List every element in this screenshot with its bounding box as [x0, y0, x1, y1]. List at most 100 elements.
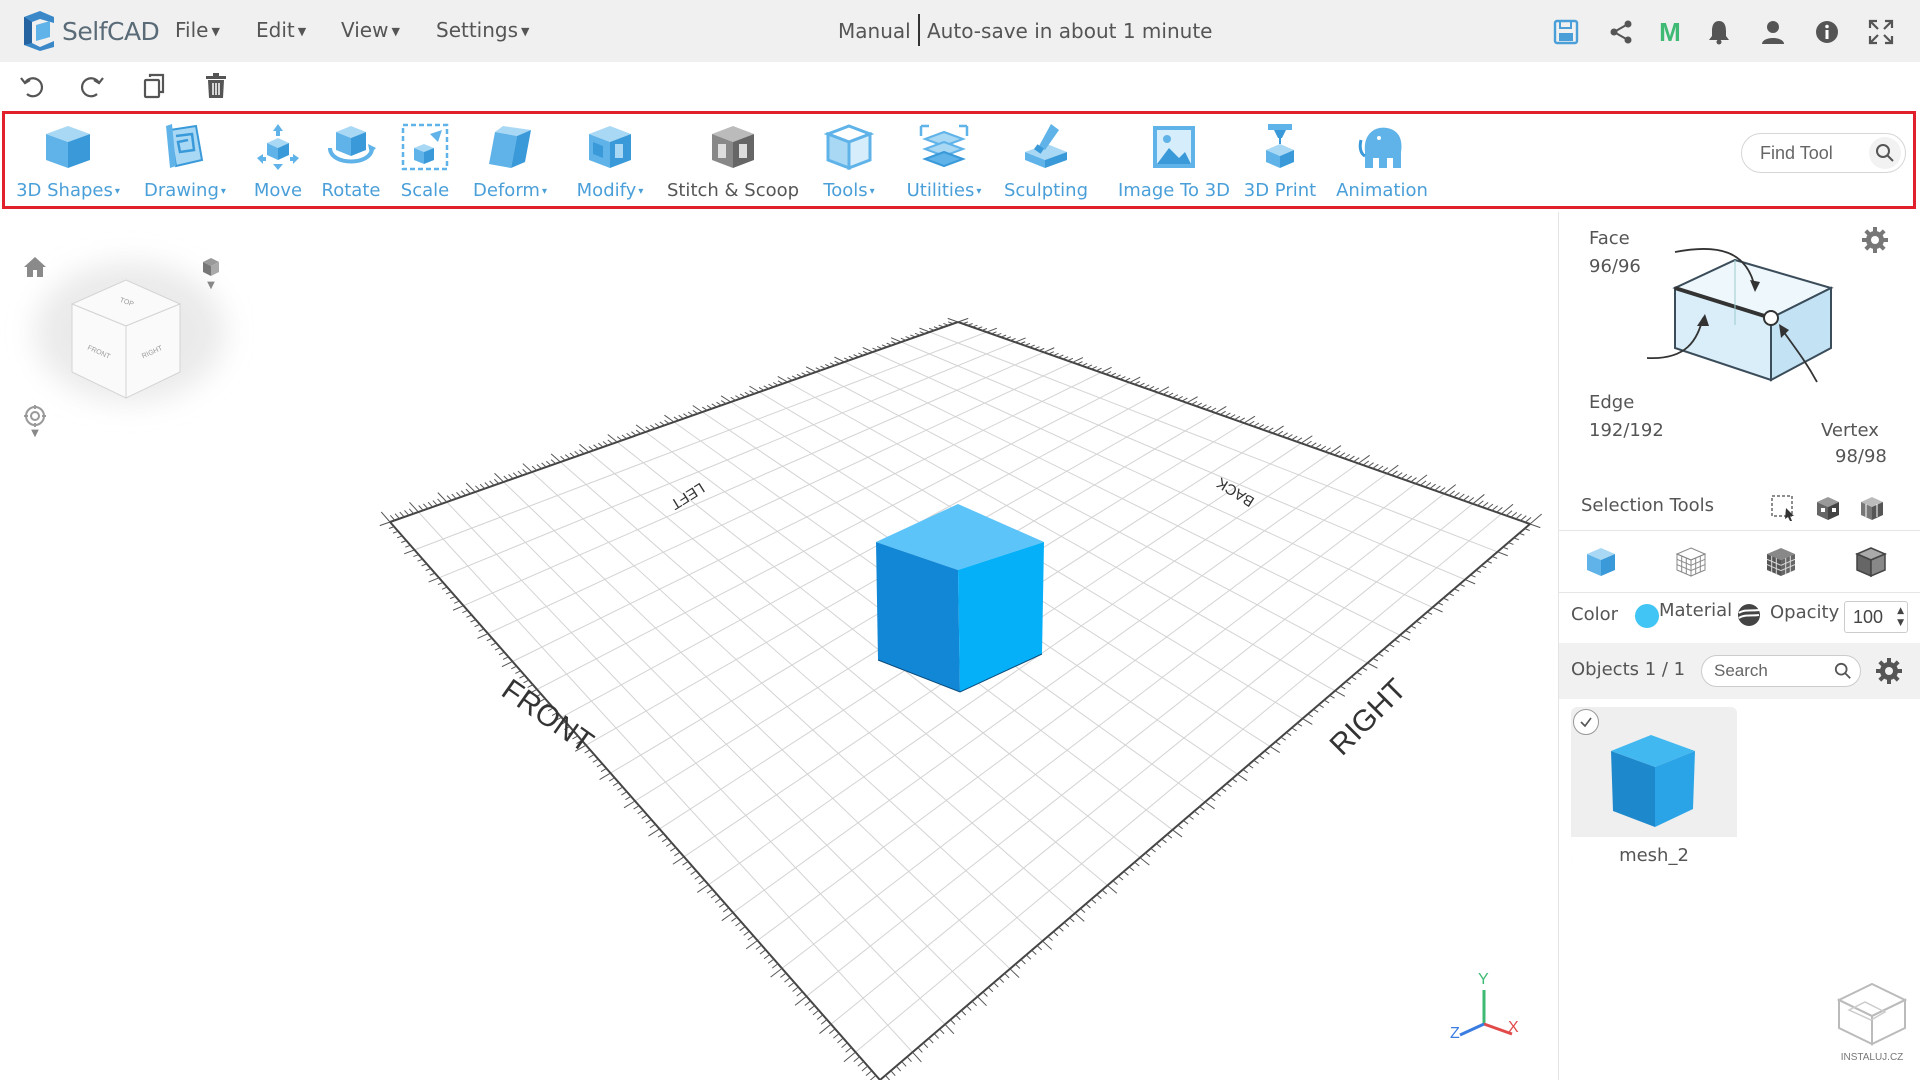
face-label: Face	[1589, 228, 1630, 249]
tool-modify[interactable]: Modify ▾	[570, 114, 650, 206]
share-icon[interactable]	[1607, 18, 1635, 46]
select-faces-icon[interactable]	[1856, 492, 1888, 524]
objects-settings-gear-icon[interactable]	[1873, 655, 1905, 687]
home-view-icon[interactable]	[20, 252, 50, 282]
solid-wireframe-mode-icon[interactable]	[1761, 542, 1801, 582]
save-icon[interactable]	[1552, 18, 1580, 46]
menu-view[interactable]: View ▼	[341, 18, 400, 42]
tool-scale[interactable]: Scale	[395, 114, 455, 206]
opacity-label: Opacity	[1770, 602, 1840, 623]
delete-icon[interactable]	[202, 72, 230, 100]
m-logo-letter: M	[1659, 16, 1681, 47]
tool-drawing-label: Drawing	[144, 180, 219, 201]
stitch-scoop-icon	[708, 122, 758, 172]
axis-z-label: Z	[1450, 1025, 1460, 1042]
mesh-thumbnail	[1611, 735, 1695, 827]
watermark-text: INSTALUJ.CZ	[1840, 1052, 1904, 1063]
tool-stitch-scoop[interactable]: Stitch & Scoop	[666, 114, 800, 206]
save-mode-toggle[interactable]: Manual	[838, 19, 911, 43]
undo-icon[interactable]	[18, 72, 46, 100]
tool-3d-print[interactable]: 3D Print	[1237, 114, 1323, 206]
tool-deform-label: Deform	[473, 180, 540, 201]
select-mesh-icon[interactable]	[1812, 492, 1844, 524]
tool-rotate[interactable]: Rotate	[316, 114, 386, 206]
stepper-arrows-icon[interactable]: ▲ ▼	[1897, 605, 1904, 629]
deform-icon	[485, 122, 535, 172]
scene-canvas[interactable]: LEFT BACK FRONT RIGHT TOP FRONT RIGHT Y	[0, 212, 1558, 1080]
move-icon	[253, 122, 303, 172]
objects-header: Objects 1 / 1	[1559, 643, 1920, 699]
selection-tools-label: Selection Tools	[1581, 495, 1715, 516]
grid-major-lines	[389, 321, 1531, 1080]
perspective-toggle-icon[interactable]: ▼	[196, 250, 226, 296]
tool-sculpting[interactable]: Sculpting	[1002, 114, 1090, 206]
grid-label-front: FRONT	[496, 673, 600, 759]
cube-icon	[42, 122, 94, 172]
tool-deform[interactable]: Deform ▾	[470, 114, 550, 206]
tool-scale-label: Scale	[400, 180, 450, 201]
tool-tools[interactable]: Tools ▾	[813, 114, 885, 206]
info-icon[interactable]	[1813, 18, 1841, 46]
copy-icon[interactable]	[140, 72, 168, 100]
tool-move[interactable]: Move	[243, 114, 313, 206]
grid-minor-lines	[414, 331, 1502, 1053]
menu-bar: SelfCAD File ▼ Edit ▼ View ▼ Settings ▼ Manu…	[0, 0, 1920, 62]
objects-search-input[interactable]	[1714, 661, 1829, 681]
tool-utilities[interactable]: Utilities ▾	[902, 114, 986, 206]
tool-animation[interactable]: Animation	[1331, 114, 1433, 206]
menu-settings[interactable]: Settings ▼	[436, 18, 530, 42]
axis-y-label: Y	[1478, 971, 1489, 988]
m-logo-icon[interactable]: M	[1656, 16, 1684, 47]
tool-image-to-3d[interactable]: Image To 3D	[1105, 114, 1243, 206]
wireframe-mode-icon[interactable]	[1671, 542, 1711, 582]
watermark-icon	[1836, 982, 1908, 1046]
properties-panel: Face 96/96 Edge 192/192 Vertex 98/98 Sel…	[1558, 212, 1920, 1080]
object-card-mesh[interactable]: mesh_2	[1571, 707, 1737, 866]
fullscreen-icon[interactable]	[1867, 18, 1895, 46]
camera-orbit-icon[interactable]: ▼	[20, 398, 50, 444]
modify-icon	[585, 122, 635, 172]
find-tool-input[interactable]	[1760, 142, 1875, 164]
opacity-input[interactable]	[1853, 606, 1893, 628]
menu-settings-label: Settings	[436, 18, 519, 42]
axis-gizmo: Y X Z	[1450, 971, 1519, 1042]
tool-drawing[interactable]: Drawing ▾	[135, 114, 235, 206]
vertex-count: 98/98	[1835, 446, 1887, 467]
tool-animation-label: Animation	[1336, 180, 1428, 201]
user-icon[interactable]	[1759, 18, 1787, 46]
app-name: SelfCAD	[62, 16, 160, 46]
panel-divider	[1559, 530, 1920, 531]
edge-label: Edge	[1589, 392, 1635, 413]
scale-icon	[400, 122, 450, 172]
selfcad-logo[interactable]: SelfCAD	[20, 11, 160, 51]
tool-stitch-scoop-label: Stitch & Scoop	[666, 180, 800, 201]
menu-edit[interactable]: Edit ▼	[256, 18, 306, 42]
tool-3d-shapes[interactable]: 3D Shapes ▾	[13, 114, 123, 206]
mode-separator	[918, 14, 920, 46]
tool-sculpting-label: Sculpting	[1003, 180, 1089, 201]
animation-icon	[1357, 122, 1407, 172]
search-icon[interactable]	[1834, 662, 1852, 684]
menu-file[interactable]: File ▼	[175, 18, 220, 42]
tool-3d-shapes-label: 3D Shapes	[16, 180, 113, 201]
object-name: mesh_2	[1619, 845, 1689, 866]
3d-viewport[interactable]: LEFT BACK FRONT RIGHT TOP FRONT RIGHT Y	[0, 212, 1558, 1080]
chevron-down-icon: ▼	[207, 279, 215, 291]
cube-object[interactable]	[876, 504, 1044, 693]
shaded-mode-icon[interactable]	[1851, 542, 1891, 582]
checkmark-icon[interactable]	[1573, 709, 1599, 735]
bell-icon[interactable]	[1705, 18, 1733, 46]
search-icon[interactable]	[1869, 137, 1901, 169]
color-swatch[interactable]	[1635, 604, 1659, 628]
box-select-icon[interactable]	[1768, 492, 1800, 524]
material-sphere-icon[interactable]	[1736, 602, 1762, 628]
face-count: 96/96	[1589, 256, 1641, 277]
tool-modify-label: Modify	[576, 180, 637, 201]
autosave-status: Auto-save in about 1 minute	[927, 19, 1213, 43]
color-label: Color	[1571, 604, 1618, 625]
tools-icon	[824, 122, 874, 172]
tool-3d-print-label: 3D Print	[1243, 180, 1317, 201]
redo-icon[interactable]	[78, 72, 106, 100]
object-mode-icon[interactable]	[1581, 542, 1621, 582]
find-tool-box	[1741, 133, 1906, 173]
